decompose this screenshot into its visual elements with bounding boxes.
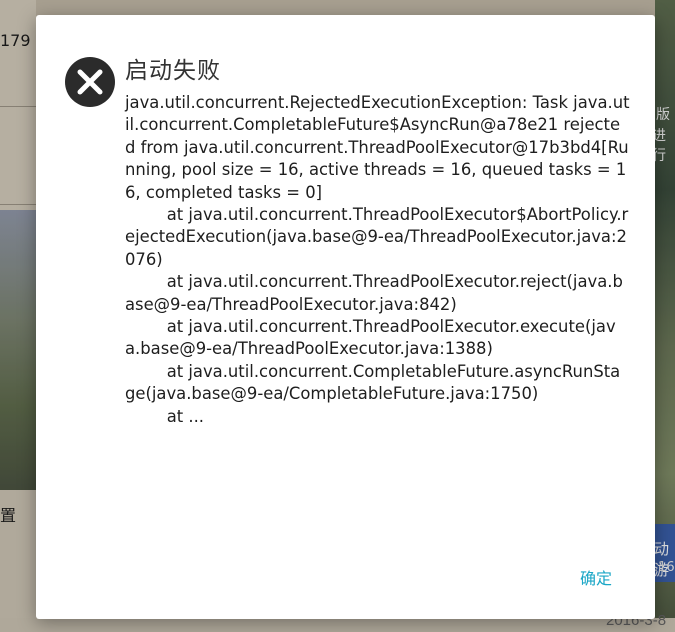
sidebar-slot — [0, 106, 36, 205]
dialog-title: 启动失败 — [125, 58, 221, 84]
error-message: java.util.concurrent.RejectedExecutionEx… — [125, 93, 630, 426]
background-sidebar — [0, 0, 36, 632]
background-text-number: 179 — [0, 31, 31, 50]
background-label: 进行 — [652, 128, 666, 164]
launch-button-version: .16 — [654, 560, 675, 575]
background-footer — [0, 618, 675, 632]
ok-button[interactable]: 确定 — [571, 564, 621, 590]
sidebar-slot — [0, 0, 36, 107]
background-label: 版 — [656, 107, 670, 123]
background-artwork — [0, 210, 36, 490]
error-circle-x-icon — [65, 57, 115, 107]
background-settings-text: 置 — [0, 506, 17, 525]
error-dialog: 启动失败 java.util.concurrent.RejectedExecut… — [36, 15, 655, 619]
